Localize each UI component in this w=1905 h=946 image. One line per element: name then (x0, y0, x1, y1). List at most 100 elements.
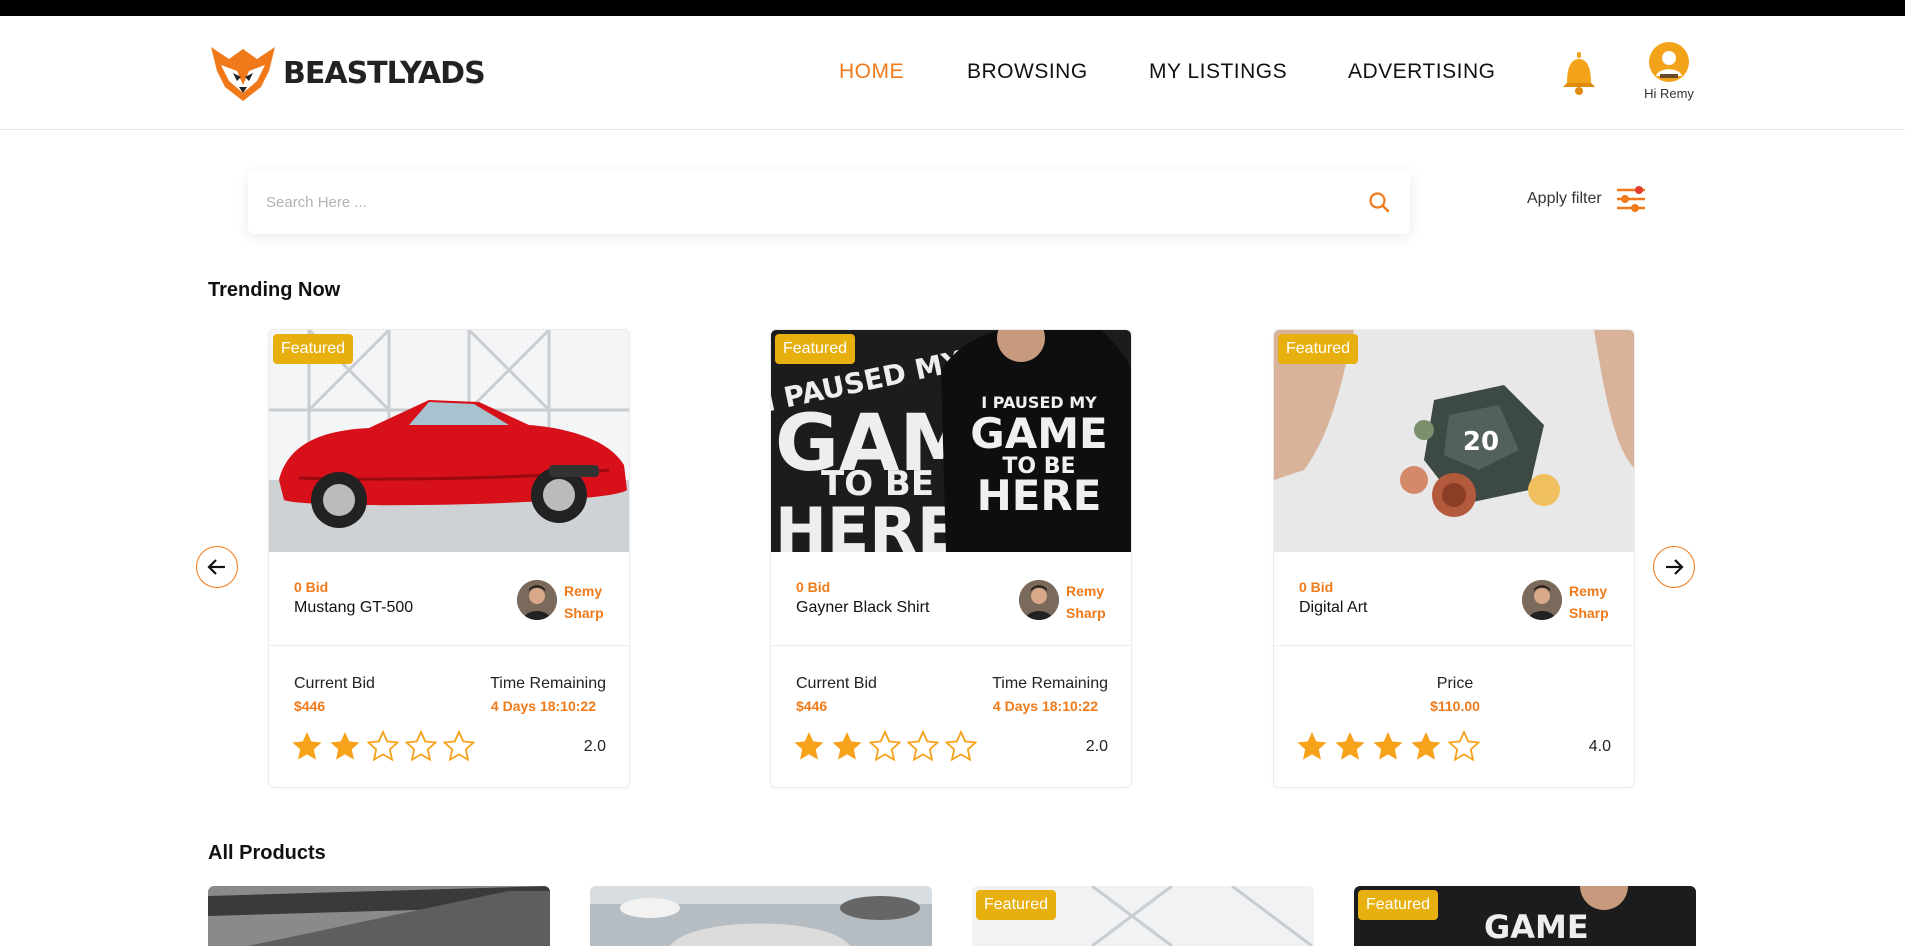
product-card[interactable] (208, 886, 550, 946)
price-value: $110.00 (1430, 698, 1480, 714)
star-filled-icon (1297, 732, 1327, 760)
seller-last-name: Sharp (1066, 605, 1106, 621)
arrow-right-icon (1666, 559, 1684, 575)
featured-badge: Featured (1358, 890, 1439, 920)
user-avatar (1649, 42, 1689, 82)
price-label: Price (1436, 675, 1474, 692)
seller-last-name: Sharp (564, 605, 604, 621)
trending-title: Trending Now (208, 279, 341, 301)
star-empty-icon (1448, 730, 1480, 762)
seller-avatar[interactable] (1019, 580, 1059, 620)
shirt-small-text-4: HERE (977, 471, 1102, 520)
product-card[interactable]: Featured (972, 886, 1314, 946)
bell-icon (1563, 52, 1595, 95)
all-products-title: All Products (208, 842, 326, 864)
product-card[interactable]: I PAUSED MY GAME TO BE HERE I PAUSED MY … (770, 329, 1132, 788)
current-bid-label: Current Bid (796, 675, 877, 692)
rating-value: 2.0 (583, 738, 606, 755)
card-details: Current Bid $446 Time Remaining 4 Days 1… (771, 646, 1131, 787)
search-button[interactable] (1368, 191, 1390, 218)
seller-photo (517, 580, 557, 620)
shirt-small-text-2: GAME (970, 409, 1107, 458)
card-info: 0 Bid Gayner Black Shirt Remy Sharp (771, 552, 1131, 646)
star-filled-icon (292, 732, 322, 760)
seller-photo (1522, 580, 1562, 620)
product-image (590, 886, 932, 946)
time-remaining-label: Time Remaining (490, 675, 606, 692)
seller-first-name: Remy (1066, 583, 1105, 599)
card-info: 0 Bid Mustang GT-500 Remy Sharp (269, 552, 629, 646)
seller-name[interactable]: Remy Sharp (564, 580, 614, 624)
seller-last-name: Sharp (1569, 605, 1609, 621)
carousel-next-button[interactable] (1653, 546, 1695, 588)
card-details: Current Bid $446 Time Remaining 4 Days 1… (269, 646, 629, 787)
notifications-button[interactable] (1559, 51, 1599, 100)
product-image (208, 886, 550, 946)
star-empty-icon (367, 730, 399, 762)
nav-home[interactable]: HOME (839, 60, 904, 84)
nav-browsing[interactable]: BROWSING (967, 60, 1088, 84)
nav-my-listings[interactable]: MY LISTINGS (1149, 60, 1287, 84)
seller-name[interactable]: Remy Sharp (1569, 580, 1619, 624)
search-icon (1369, 192, 1390, 213)
featured-badge: Featured (775, 334, 856, 364)
dice-number: 20 (1463, 427, 1499, 457)
time-remaining-value: 4 Days 18:10:22 (490, 698, 596, 714)
product-image: 20 Featured (1274, 330, 1634, 552)
product-image: Featured (269, 330, 629, 552)
time-remaining-value: 4 Days 18:10:22 (992, 698, 1098, 714)
rating-value: 4.0 (1588, 738, 1611, 755)
apply-filter-label: Apply filter (1527, 190, 1602, 207)
seller-first-name: Remy (564, 583, 603, 599)
featured-badge: Featured (976, 890, 1057, 920)
product-card[interactable]: GAME Featured (1354, 886, 1696, 946)
star-filled-icon (1373, 732, 1403, 760)
arrow-left-icon (207, 559, 225, 575)
seller-avatar[interactable] (1522, 580, 1562, 620)
star-empty-icon (443, 730, 475, 762)
carousel-prev-button[interactable] (196, 546, 238, 588)
fox-logo-icon (211, 47, 275, 101)
bid-count: 0 Bid (294, 579, 329, 595)
product-name[interactable]: Digital Art (1299, 599, 1367, 617)
star-empty-icon (945, 730, 977, 762)
product-card[interactable]: 20 Featured 0 Bid Digital Art Remy Sharp… (1273, 329, 1635, 788)
star-rating (291, 730, 475, 762)
star-filled-icon (1411, 732, 1441, 760)
seller-avatar[interactable] (517, 580, 557, 620)
seller-name[interactable]: Remy Sharp (1066, 580, 1116, 624)
star-empty-icon (869, 730, 901, 762)
product-card[interactable]: Featured 0 Bid Mustang GT-500 Remy Sharp… (268, 329, 630, 788)
star-filled-icon (330, 732, 360, 760)
time-remaining-label: Time Remaining (992, 675, 1108, 692)
rating-value: 2.0 (1085, 738, 1108, 755)
shirt-text-4: HERE (775, 494, 959, 552)
seller-photo (1019, 580, 1059, 620)
card-details: Price $110.00 4.0 (1274, 646, 1634, 787)
current-bid-value: $446 (294, 698, 326, 714)
featured-badge: Featured (273, 334, 354, 364)
current-bid-value: $446 (796, 698, 828, 714)
brand-name: BEASTLYADS (283, 55, 486, 91)
product-card[interactable] (590, 886, 932, 946)
search-bar (248, 171, 1410, 234)
user-greeting: Hi Remy (1644, 86, 1694, 101)
seller-first-name: Remy (1569, 583, 1608, 599)
user-icon (1656, 51, 1682, 78)
star-filled-icon (832, 732, 862, 760)
card-info: 0 Bid Digital Art Remy Sharp (1274, 552, 1634, 646)
product-name[interactable]: Gayner Black Shirt (796, 599, 929, 617)
featured-badge: Featured (1278, 334, 1359, 364)
bid-count: 0 Bid (796, 579, 831, 595)
user-menu[interactable]: Hi Remy (1640, 42, 1698, 101)
star-filled-icon (794, 732, 824, 760)
star-empty-icon (907, 730, 939, 762)
current-bid-label: Current Bid (294, 675, 375, 692)
brand-logo[interactable]: BEASTLYADS (207, 41, 486, 105)
site-header: BEASTLYADS HOME BROWSING MY LISTINGS ADV… (0, 16, 1905, 130)
apply-filter-button[interactable]: Apply filter (1527, 185, 1646, 213)
product-name[interactable]: Mustang GT-500 (294, 599, 413, 617)
search-input[interactable] (266, 171, 1326, 234)
star-empty-icon (405, 730, 437, 762)
nav-advertising[interactable]: ADVERTISING (1348, 60, 1495, 84)
